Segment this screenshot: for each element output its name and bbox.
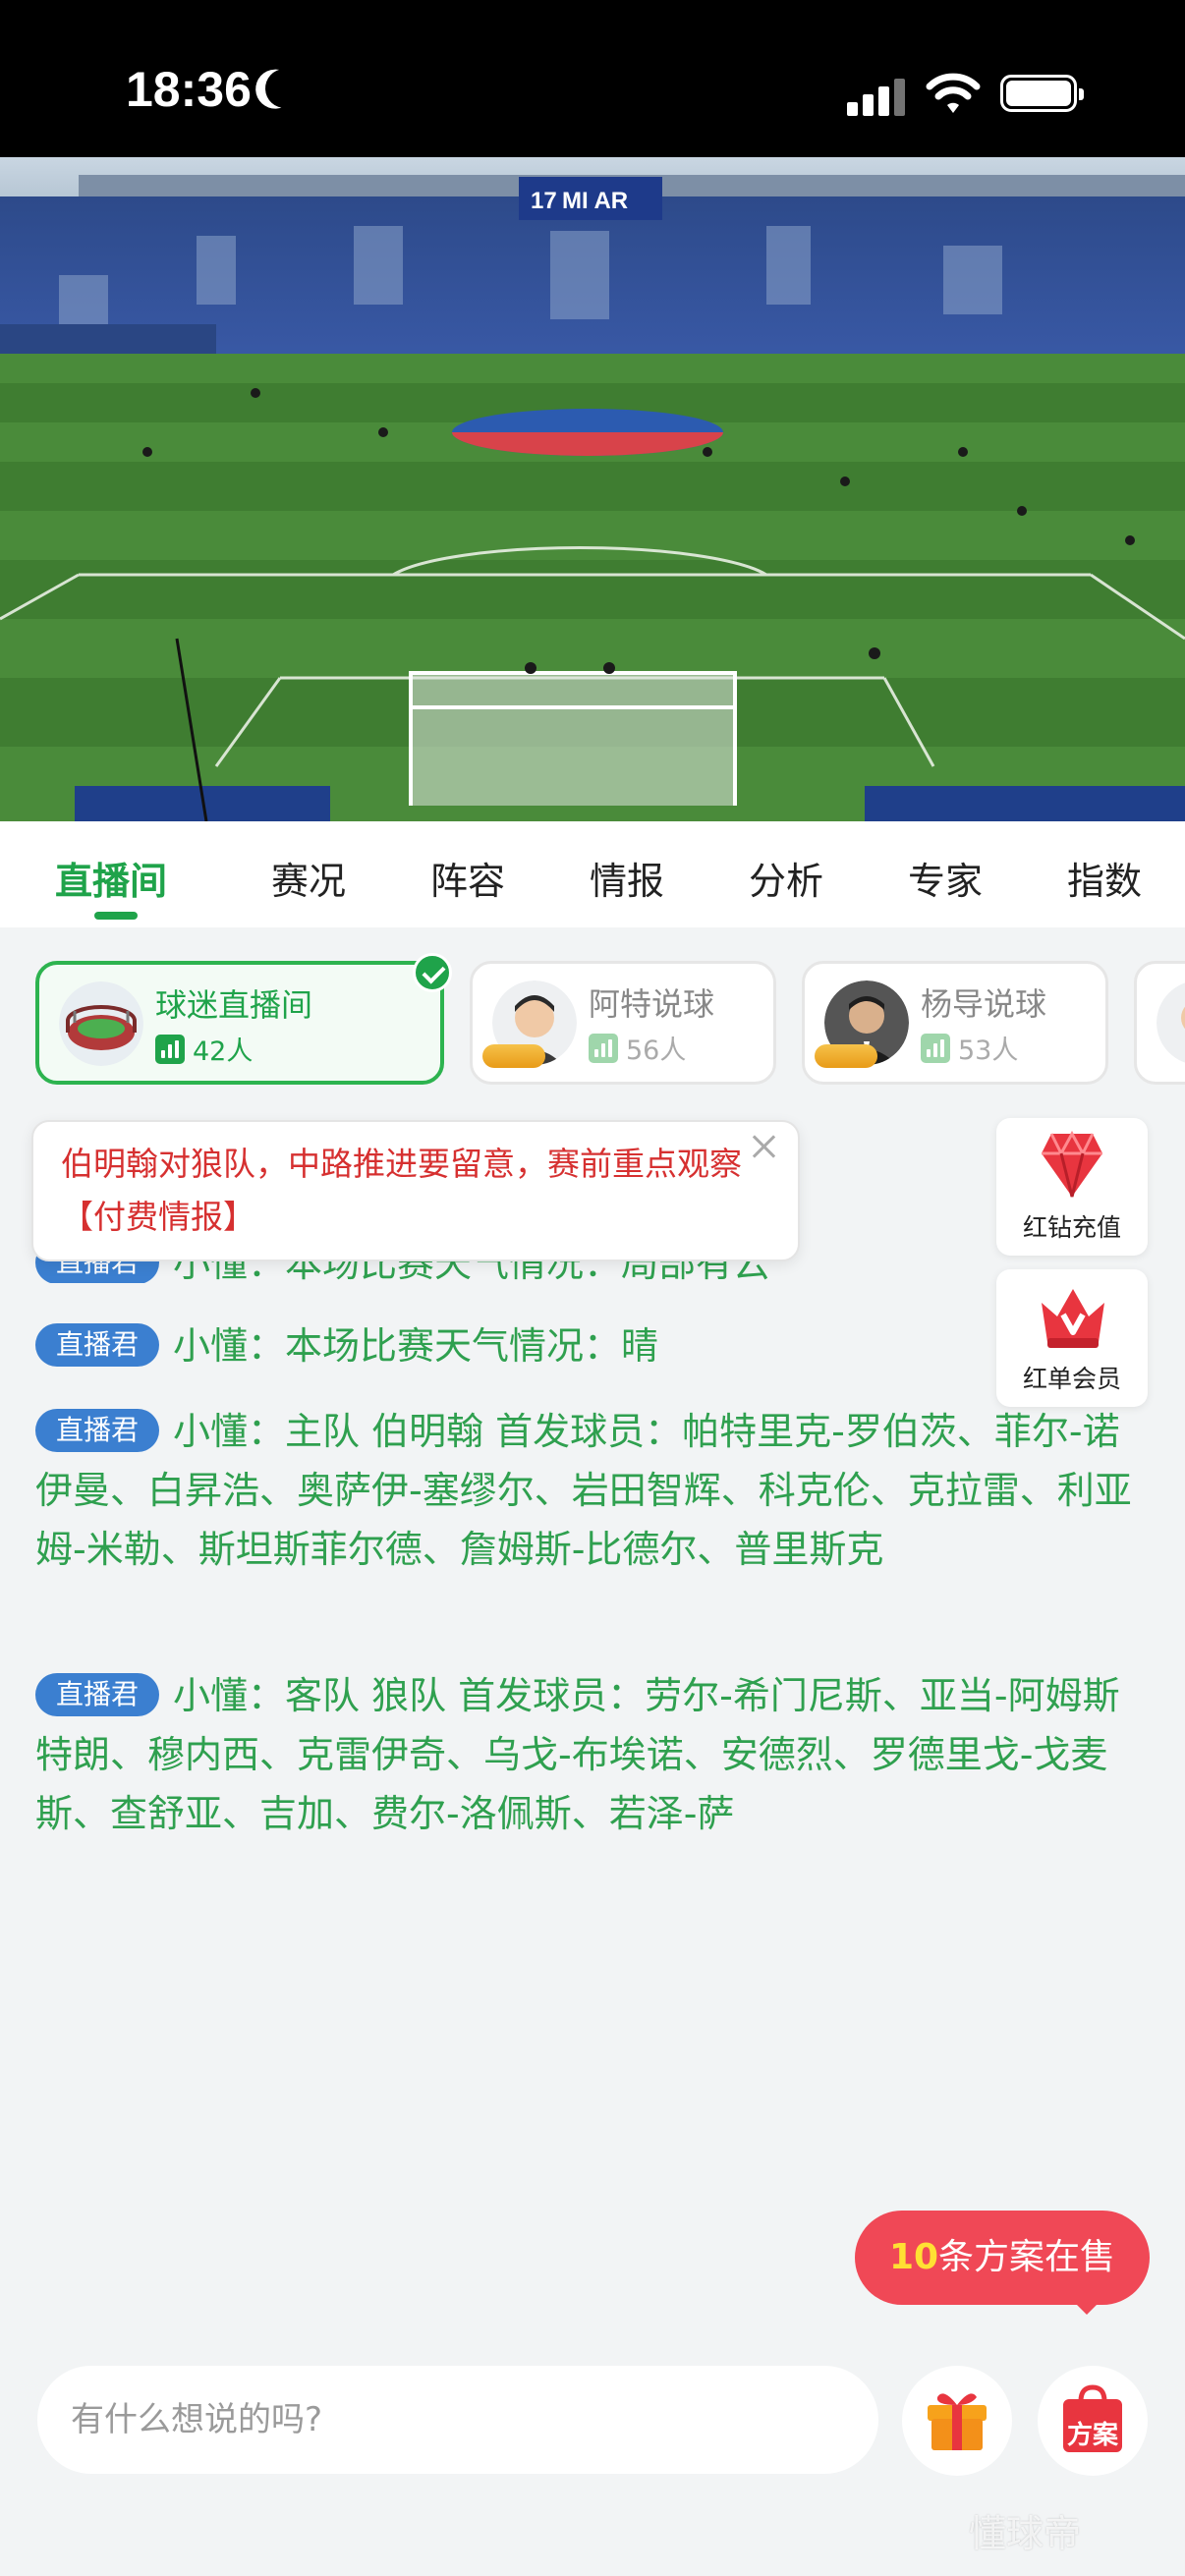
viewers-count: 53人: [958, 1036, 1019, 1066]
streamer-name: 杨导说球: [921, 985, 1047, 1023]
viewers-count: 56人: [626, 1036, 687, 1066]
battery-icon: [1000, 75, 1084, 112]
plans-on-sale-bubble[interactable]: 10条方案在售: [855, 2211, 1150, 2315]
tab-intel[interactable]: 情报: [590, 851, 664, 905]
plan-button-label: 方案: [1066, 2421, 1118, 2450]
side-button-label: 红钻充值: [1022, 1213, 1121, 1242]
streamer-avatar: [1157, 980, 1185, 1065]
message-text: 小懂：客队 狼队 首发球员：劳尔-希门尼斯、亚当-阿姆斯特朗、穆内西、克雷伊奇、…: [35, 1674, 1120, 1835]
plans-label: 条方案在售: [938, 2237, 1116, 2277]
tab-analysis[interactable]: 分析: [749, 851, 823, 905]
status-time: 18:36: [126, 62, 252, 117]
message-text: 小懂：本场比赛天气情况：晴: [173, 1324, 659, 1368]
side-button-label: 红单会员: [1022, 1365, 1121, 1393]
message-text: 小懂：主队 伯明翰 首发球员：帕特里克-罗伯茨、菲尔-诺伊曼、白昇浩、奥萨伊-塞…: [35, 1410, 1132, 1571]
streamer-viewers: 56人: [589, 1029, 686, 1067]
red-diamond-icon: [1042, 1130, 1102, 1198]
viewers-count: 42人: [193, 1036, 254, 1067]
wifi-icon: [926, 73, 981, 113]
live-video-player[interactable]: 17 MI AR: [0, 157, 1185, 821]
chat-message: 直播君 小懂：客队 狼队 首发球员：劳尔-希门尼斯、亚当-阿姆斯特朗、穆内西、克雷…: [35, 1666, 1146, 1843]
tab-live-room[interactable]: 直播间: [55, 851, 167, 905]
intel-tip-text: 伯明翰对狼队，中路推进要留意，赛前重点观察【付费情报】: [61, 1145, 742, 1236]
close-icon[interactable]: [747, 1130, 782, 1165]
selected-check-icon: [413, 953, 452, 992]
chat-message: 直播君 小懂：主队 伯明翰 首发球员：帕特里克-罗伯茨、菲尔-诺伊曼、白昇浩、奥萨…: [35, 1402, 1146, 1579]
red-diamond-recharge-button[interactable]: 红钻充值: [996, 1118, 1148, 1256]
streamer-name: 阿特说球: [589, 985, 715, 1023]
scoreboard-number: 17: [531, 188, 557, 214]
streamer-name: 球迷直播间: [155, 986, 313, 1024]
ace-badge-icon: [482, 1044, 545, 1068]
plans-count: 10: [888, 2237, 939, 2277]
active-tab-indicator: [94, 912, 138, 920]
tab-experts[interactable]: 专家: [908, 851, 983, 905]
bot-tag: 直播君: [35, 1409, 159, 1452]
moon-icon: [259, 63, 310, 113]
streamer-viewers: 42人: [155, 1030, 253, 1068]
streamer-card-fan-room[interactable]: 球迷直播间 42人: [35, 953, 452, 1085]
intel-tip-popup[interactable]: 伯明翰对狼队，中路推进要留意，赛前重点观察【付费情报】: [31, 1120, 800, 1261]
streamer-card-ate[interactable]: 阿特说球 56人: [470, 961, 776, 1085]
red-vip-member-button[interactable]: 红单会员: [996, 1269, 1148, 1407]
stadium-avatar-icon: [59, 981, 143, 1066]
bot-tag: 直播君: [35, 1323, 159, 1367]
ace-badge-icon: [815, 1044, 877, 1068]
chat-message: 直播君 小懂：本场比赛天气情况：晴: [35, 1316, 1146, 1375]
viewers-bar-icon: [155, 1034, 185, 1064]
status-bar: 18:36: [0, 0, 1185, 157]
tab-odds[interactable]: 指数: [1067, 851, 1142, 905]
scoreboard-text: MI AR: [562, 188, 628, 214]
stadium-video-frame: 17 MI AR: [0, 157, 1185, 821]
viewers-bar-icon: [921, 1033, 950, 1063]
comment-input[interactable]: [37, 2366, 878, 2474]
tab-bar: 直播间 赛况 阵容 情报 分析 专家 指数: [0, 821, 1185, 927]
tab-lineup[interactable]: 阵容: [430, 851, 505, 905]
cellular-signal-icon: [847, 77, 906, 116]
watermark-logo: 懂球帝: [969, 2512, 1082, 2555]
bot-tag: 直播君: [35, 1673, 159, 1716]
tab-match-status[interactable]: 赛况: [271, 851, 346, 905]
gift-button[interactable]: [902, 2366, 1012, 2476]
plan-button[interactable]: 方案: [1038, 2366, 1148, 2476]
crown-v-icon: [1042, 1289, 1104, 1348]
streamer-viewers: 53人: [921, 1029, 1018, 1067]
streamer-card-yang[interactable]: 杨导说球 53人: [802, 961, 1108, 1085]
gift-icon: [928, 2393, 987, 2450]
viewers-bar-icon: [589, 1033, 618, 1063]
streamer-card-partial[interactable]: [1134, 961, 1185, 1085]
